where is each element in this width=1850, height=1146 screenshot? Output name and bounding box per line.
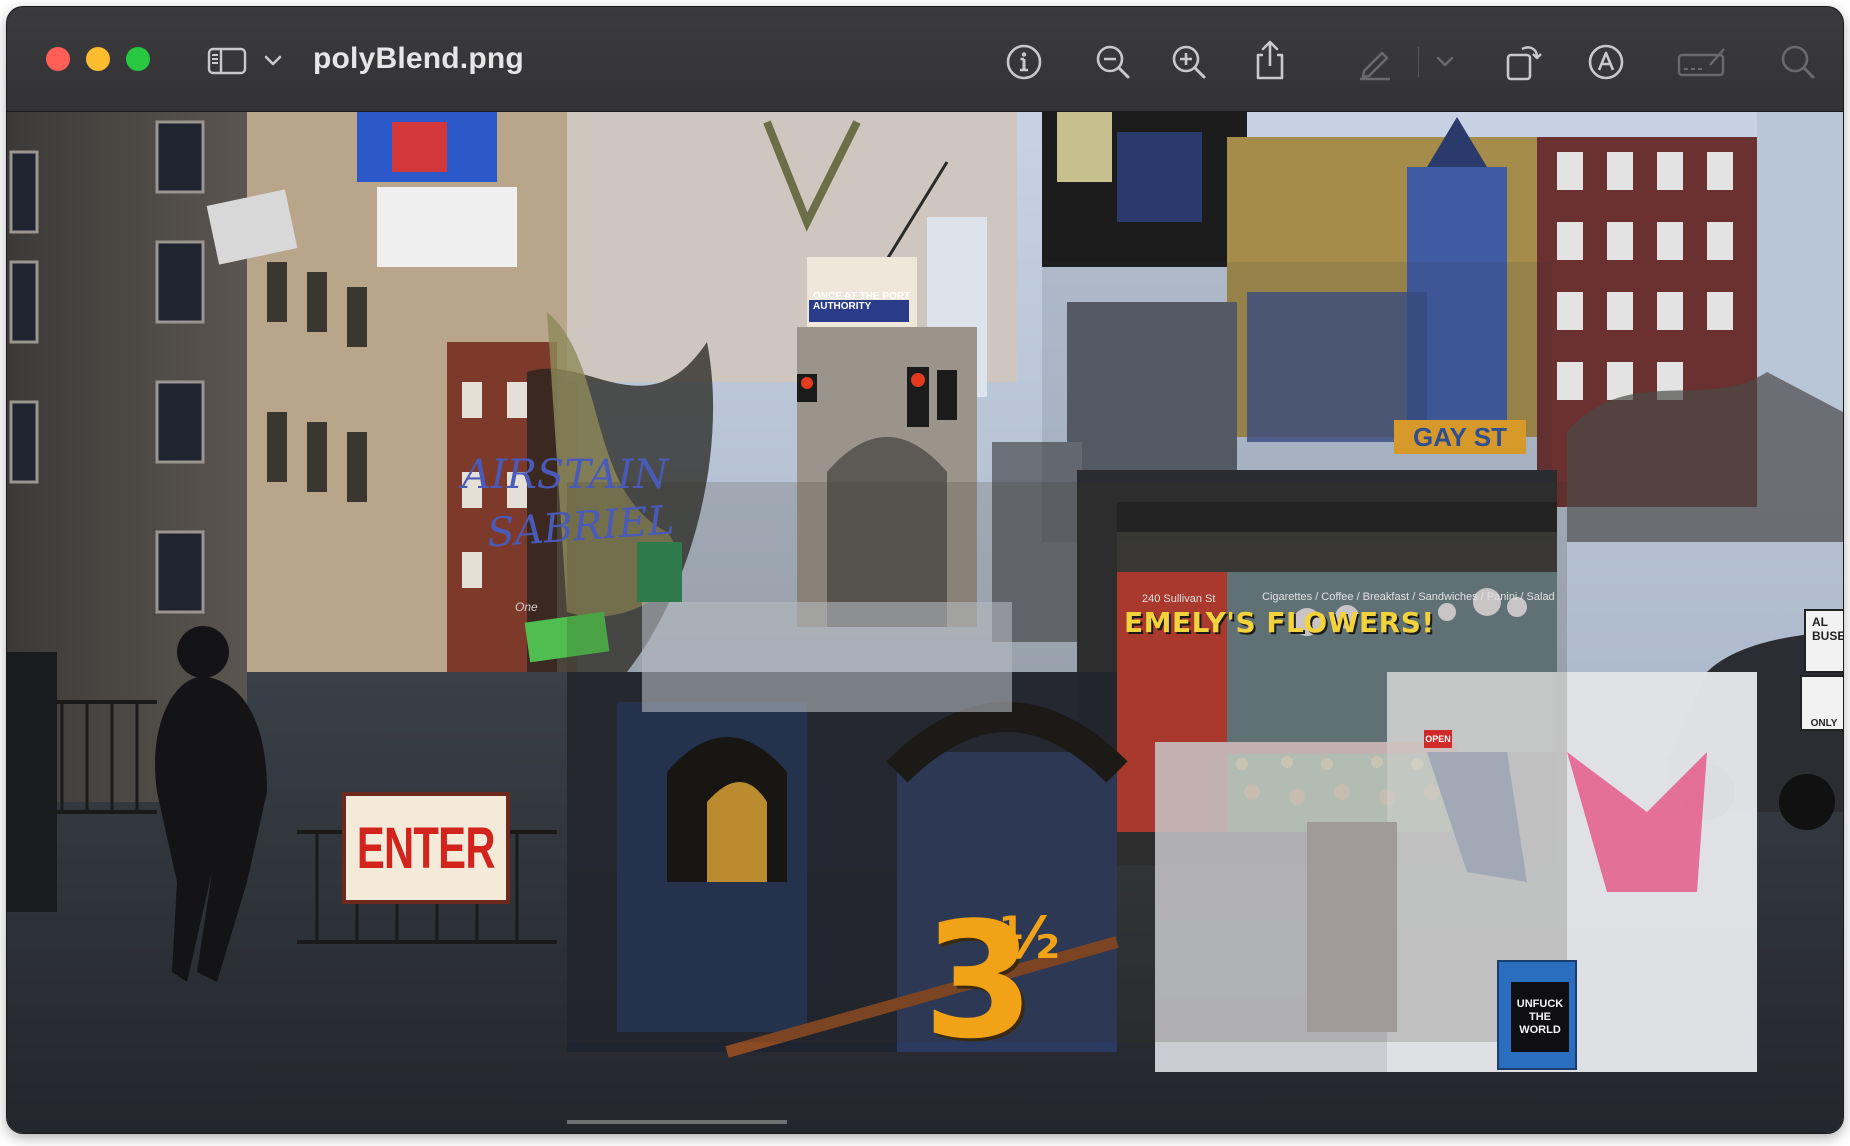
only-sign: ONLY [1800,675,1843,731]
one-way-sign: One [515,600,538,614]
bus-sign: AL BUSE [1804,609,1843,673]
book: UNFUCK THE WORLD [1497,960,1577,1070]
open-sign: OPEN [1424,730,1452,748]
rotate-icon[interactable] [1504,41,1542,83]
share-icon[interactable] [1251,39,1289,81]
number-half: ½ [1000,904,1061,972]
image-canvas[interactable]: ENTER 3 ½ 240 Sullivan St Cigarettes / C… [7,112,1843,1133]
enter-sign-text: ENTER [357,815,496,881]
toolbar-separator [1418,47,1419,77]
shop-name: EMELY'S FLOWERS! [1124,606,1435,639]
graffiti-airstain: AIRSTAIN [462,452,669,498]
signature-box-icon [1676,43,1728,81]
close-button[interactable] [46,47,70,71]
shop-menu-line: Cigarettes / Coffee / Breakfast / Sandwi… [1262,591,1555,603]
search-icon [1779,43,1817,81]
zoom-in-icon[interactable] [1170,43,1208,81]
title-bar[interactable]: polyBlend.png [7,7,1843,112]
minimize-button[interactable] [86,47,110,71]
port-authority-sticker: ONCE AT THE PORT AUTHORITY [813,291,911,312]
chevron-down-icon[interactable] [263,53,283,69]
chevron-down-icon [1434,53,1456,71]
enter-sign: ENTER [342,792,510,904]
markup-icon[interactable] [1586,42,1626,82]
info-icon[interactable] [1005,43,1043,81]
street-sign-gay-st: GAY ST [1394,420,1526,454]
preview-window: polyBlend.png ENTER 3 ½ 240 Sullivan St … [7,7,1843,1133]
highlight-pen-icon [1356,43,1394,81]
sidebar-toggle-icon[interactable] [207,47,247,75]
zoom-out-icon[interactable] [1094,43,1132,81]
maximize-button[interactable] [126,47,150,71]
book-title: UNFUCK THE WORLD [1511,982,1569,1052]
window-title: polyBlend.png [313,42,524,75]
shop-address: 240 Sullivan St [1142,593,1216,605]
